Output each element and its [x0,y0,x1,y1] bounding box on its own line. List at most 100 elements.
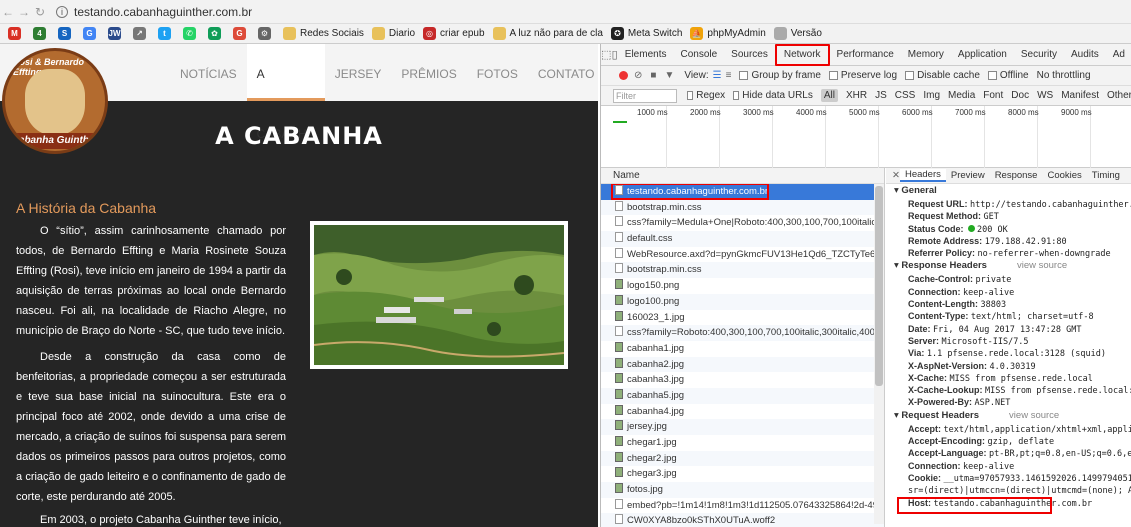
record-icon[interactable] [619,71,628,80]
section-response-headers[interactable]: ▾ Response Headers view source [886,259,1131,273]
site-logo[interactable]: Rosi & Bernardo Effting Cabanha Guinther [2,48,108,154]
filter-icon[interactable]: ▼ [664,70,674,81]
hide-data-urls-checkbox[interactable] [733,91,740,100]
bookmark-item[interactable]: S [58,27,75,40]
url-text[interactable]: testando.cabanhaguinther.com.br [74,5,252,19]
menu-item-acabanha[interactable]: A CABANHA [246,44,325,141]
request-row[interactable]: chegar1.jpg [601,435,884,451]
inspect-icon[interactable]: ⬚ [601,48,611,61]
request-row[interactable]: cabanha4.jpg [601,404,884,420]
menu-item-fotos[interactable]: FOTOS [467,44,528,101]
filter-type-css[interactable]: CSS [895,90,916,101]
filter-type-img[interactable]: Img [923,90,940,101]
bookmark-item[interactable]: G [83,27,100,40]
request-row[interactable]: jersey.jpg [601,419,884,435]
menu-item-notcias[interactable]: NOTÍCIAS [170,44,247,101]
throttling-select[interactable]: No throttling [1037,70,1091,81]
bookmark-item[interactable]: Versão [773,27,822,40]
bookmark-item[interactable]: JW [108,27,125,40]
bookmark-item[interactable]: ◎ criar epub [423,27,485,40]
detail-tab-preview[interactable]: Preview [946,170,990,181]
detail-tab-timing[interactable]: Timing [1087,170,1125,181]
disable-cache-checkbox[interactable] [905,71,915,80]
section-general[interactable]: ▾ General [886,184,1131,198]
tab-application[interactable]: Application [951,44,1014,66]
request-row[interactable]: 160023_1.jpg [601,310,884,326]
camera-icon[interactable]: ■ [650,70,656,81]
info-icon[interactable]: i [56,5,68,18]
filter-type-xhr[interactable]: XHR [846,90,867,101]
request-row[interactable]: bootstrap.min.css [601,262,884,279]
filter-type-js[interactable]: JS [875,90,887,101]
filter-type-doc[interactable]: Doc [1011,90,1029,101]
bookmark-item[interactable]: ⛵ phpMyAdmin [690,27,766,40]
request-row[interactable]: WebResource.axd?d=pynGkmcFUV13He1Qd6_TZC… [601,247,884,263]
view-source-link[interactable]: view source [1009,410,1059,421]
request-row[interactable]: embed?pb=!1m14!1m8!1m3!1d112505.07643325… [601,498,884,514]
request-row[interactable]: CW0XYA8bzo0kSThX0UTuA.woff2 [601,513,884,527]
preserve-log-checkbox[interactable] [828,71,838,80]
tab-audits[interactable]: Audits [1064,44,1106,66]
tab-network[interactable]: Network [774,44,830,66]
bookmark-item[interactable]: ↗ [133,27,150,40]
offline-checkbox[interactable] [987,71,997,80]
filter-type-all[interactable]: All [820,89,838,102]
request-row[interactable]: chegar3.jpg [601,466,884,482]
reload-icon[interactable]: ↻ [32,5,48,19]
tab-sources[interactable]: Sources [724,44,775,66]
group-by-frame-checkbox[interactable] [739,71,749,80]
request-row[interactable]: css?family=Roboto:400,300,100,700,100ita… [601,325,884,341]
detail-tab-cookies[interactable]: Cookies [1042,170,1086,181]
waterfall-view-icon[interactable]: ≡ [726,70,732,81]
request-row[interactable]: cabanha5.jpg [601,387,884,404]
view-source-link[interactable]: view source [1017,260,1067,271]
network-timeline-overview[interactable]: 1000 ms 2000 ms 3000 ms 4000 ms 5000 ms 6000 … [601,106,1131,168]
tab-console[interactable]: Console [673,44,724,66]
request-row[interactable]: cabanha1.jpg [601,341,884,357]
request-row[interactable]: fotos.jpg [601,482,884,498]
name-column-header[interactable]: Name [601,168,884,184]
request-row[interactable]: css?family=Medula+One|Roboto:400,300,100… [601,215,884,231]
bookmark-item[interactable]: ⚙ [258,27,275,40]
menu-item-contato[interactable]: CONTATO [528,44,598,101]
url-field[interactable]: i testando.cabanhaguinther.com.br [56,5,252,19]
tab-elements[interactable]: Elements [618,44,674,66]
menu-item-jersey[interactable]: JERSEY [325,44,392,101]
list-view-icon[interactable]: ☰ [713,70,722,81]
filter-type-media[interactable]: Media [948,90,975,101]
bookmark-item[interactable]: ✿ [208,27,225,40]
tab-security[interactable]: Security [1014,44,1064,66]
bookmark-item[interactable]: G [233,27,250,40]
clear-icon[interactable]: ⊘ [634,70,642,81]
section-request-headers[interactable]: ▾ Request Headers view source [886,409,1131,423]
bookmark-item[interactable]: 4 [33,27,50,40]
bookmark-item[interactable]: Redes Sociais [283,27,364,40]
bookmark-item[interactable]: t [158,27,175,40]
filter-type-other[interactable]: Other [1107,90,1131,101]
regex-checkbox[interactable] [687,91,694,100]
detail-tab-headers[interactable]: Headers [899,169,946,182]
detail-tab-response[interactable]: Response [990,170,1043,181]
request-row[interactable]: logo100.png [601,293,884,310]
request-row[interactable]: bootstrap.min.css [601,199,884,216]
bookmark-item[interactable]: A luz não para de cla [492,27,603,40]
bookmark-item[interactable]: Diario [371,27,415,40]
close-icon[interactable]: ✕ [892,170,900,181]
request-row[interactable]: cabanha3.jpg [601,372,884,388]
forward-icon[interactable]: → [16,5,32,19]
filter-type-manifest[interactable]: Manifest [1061,90,1099,101]
menu-item-prmios[interactable]: PRÊMIOS [391,44,466,101]
bookmark-item[interactable]: ✪ Meta Switch [610,27,682,40]
tab-memory[interactable]: Memory [901,44,951,66]
filter-type-ws[interactable]: WS [1037,90,1053,101]
request-row[interactable]: logo150.png [601,278,884,294]
tab-performance[interactable]: Performance [830,44,901,66]
scrollbar-thumb[interactable] [875,186,883,386]
request-row[interactable]: cabanha2.jpg [601,356,884,373]
request-list-scrollbar[interactable] [874,184,884,524]
tab-ad[interactable]: Ad [1106,44,1131,66]
request-row[interactable]: testando.cabanhaguinther.com.br [601,184,884,200]
request-row[interactable]: chegar2.jpg [601,450,884,467]
filter-input[interactable]: Filter [613,88,678,103]
request-row[interactable]: default.css [601,231,884,247]
